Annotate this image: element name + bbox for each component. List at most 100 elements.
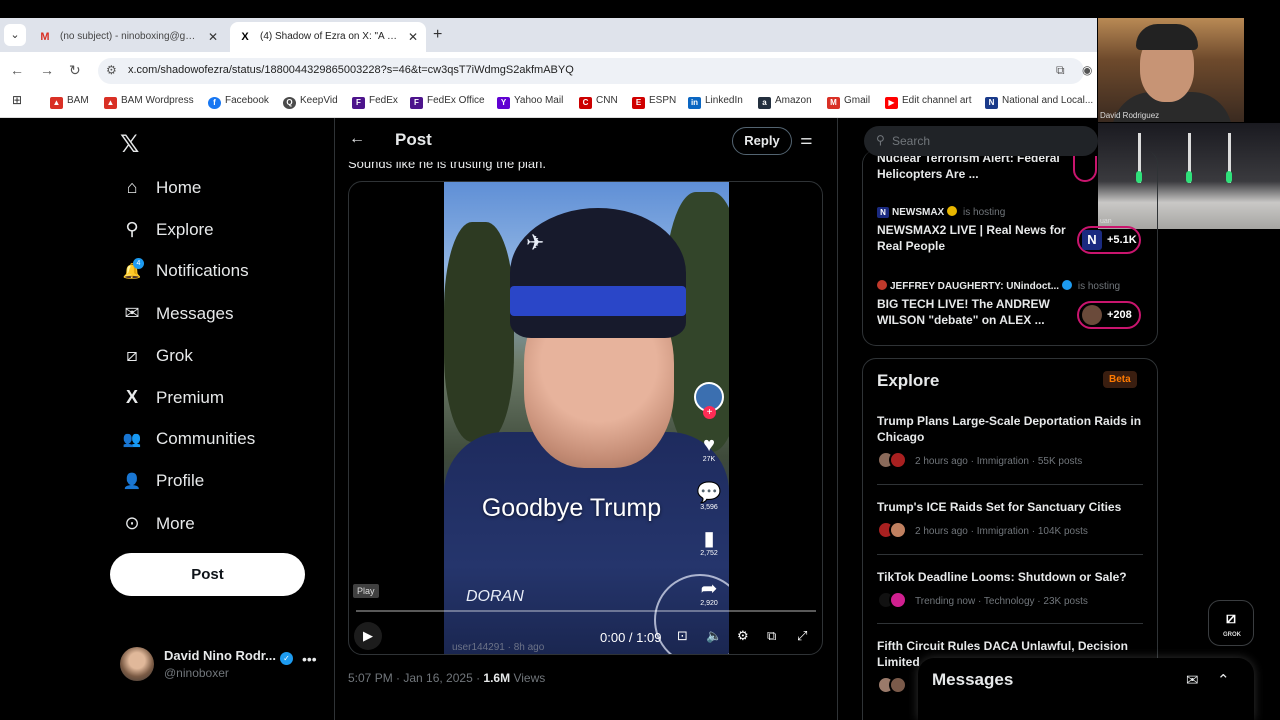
bookmark-icon: ▮ xyxy=(703,528,715,550)
apps-icon[interactable]: ⊞ xyxy=(12,93,22,107)
grok-button[interactable]: ⧄ GROK xyxy=(1208,600,1254,646)
pip-icon[interactable]: ⧉ xyxy=(767,628,776,644)
tree xyxy=(444,222,514,442)
live-item[interactable]: JEFFREY DAUGHERTY: UNindoct... is hostin… xyxy=(877,280,1120,328)
expand-icon[interactable]: ⌃ xyxy=(1217,671,1230,689)
x-icon: X xyxy=(241,31,249,43)
fedex-icon: F xyxy=(410,97,423,109)
explore-item-meta: 2 hours ago · Immigration · 104K posts xyxy=(915,526,1088,537)
beanie-band xyxy=(510,286,686,316)
bookmark-fedex[interactable]: F FedEx xyxy=(352,95,398,109)
comment-icon: 💬 xyxy=(696,482,722,504)
avatar xyxy=(120,647,154,681)
explore-item[interactable]: Trump Plans Large-Scale Deportation Raid… xyxy=(877,413,1145,469)
live-host: NEWSMAX xyxy=(892,207,945,218)
bookmark-espn[interactable]: E ESPN xyxy=(632,95,676,109)
bookmark-bam-wordpress[interactable]: ▲ BAM Wordpress xyxy=(104,95,194,109)
fullscreen-icon[interactable]: ⤢ xyxy=(797,628,807,644)
nav-explore[interactable]: ⚲ Explore xyxy=(120,219,213,249)
video-frame: ✈ Goodbye Trump DORAN + ♥ 27K 💬 3,596 ▮ 2,7… xyxy=(444,182,729,654)
bookmark-gmail[interactable]: M Gmail xyxy=(827,95,870,109)
page-edge xyxy=(1270,230,1280,720)
nav-messages[interactable]: ✉ Messages xyxy=(120,303,233,333)
bookmark-facebook[interactable]: f Facebook xyxy=(208,95,269,109)
heart-icon: ♥ xyxy=(703,434,715,456)
live-item[interactable]: N NEWSMAX is hosting NEWSMAX2 LIVE | Real… xyxy=(877,206,1077,254)
volume-icon[interactable]: 🔈 xyxy=(706,628,722,644)
live-host-status: is hosting xyxy=(1075,281,1121,292)
views-count: 1.6M xyxy=(483,671,511,685)
search-icon: ⚲ xyxy=(876,133,885,147)
nav-more[interactable]: ⊙ More xyxy=(120,513,194,543)
url-text: x.com/shadowofezra/status/18800443298650… xyxy=(128,64,574,76)
back-arrow-icon[interactable]: ← xyxy=(349,130,365,148)
close-icon[interactable]: ✕ xyxy=(208,22,218,52)
site-info-icon[interactable]: ⚙ xyxy=(106,63,117,77)
bookmark-fedex-office[interactable]: F FedEx Office xyxy=(410,95,485,109)
yahoo-icon: Y xyxy=(497,97,510,109)
reload-icon[interactable]: ↻ xyxy=(69,62,81,79)
bookmark-amazon[interactable]: a Amazon xyxy=(758,95,812,109)
play-button[interactable]: ▶ xyxy=(354,622,382,650)
bookmark-national-local[interactable]: N National and Local... xyxy=(985,95,1093,109)
search-input[interactable]: ⚲ Search xyxy=(864,126,1098,156)
bookmark-cnn[interactable]: C CNN xyxy=(579,95,618,109)
captions-icon[interactable]: ⊡ xyxy=(677,628,688,644)
verified-icon: ✓ xyxy=(279,652,293,665)
tab-search-button[interactable]: ⌄ xyxy=(4,24,26,46)
nav-profile[interactable]: 👤 Profile xyxy=(120,471,205,501)
os-top-bar xyxy=(0,0,1280,18)
nav-home[interactable]: ⌂ Home xyxy=(120,177,202,207)
nav-premium[interactable]: X Premium xyxy=(120,387,224,417)
envelope-icon: ✉ xyxy=(124,303,140,323)
post-timestamp[interactable]: 5:07 PM · Jan 16, 2025 · xyxy=(348,671,483,685)
linkedin-icon: in xyxy=(688,97,701,109)
nav-communities[interactable]: 👥 Communities xyxy=(120,429,256,459)
gmail-icon: M xyxy=(827,97,840,109)
bookmark-edit-channel-art[interactable]: ▶ Edit channel art xyxy=(885,95,972,109)
divider xyxy=(877,484,1143,485)
messages-drawer[interactable]: Messages ✉ ⌃ xyxy=(918,658,1254,720)
bookmark-keepvid[interactable]: Q KeepVid xyxy=(283,95,338,109)
bookmark-bam[interactable]: ▲ BAM xyxy=(50,95,89,109)
settings-sliders-icon[interactable]: ⚌ xyxy=(800,131,813,148)
new-tab-button[interactable]: + xyxy=(433,26,442,44)
divider xyxy=(877,554,1143,555)
live-pill[interactable]: N +5.1K xyxy=(1077,226,1141,254)
nav-grok[interactable]: ⧄ Grok xyxy=(120,345,193,375)
tab-gmail[interactable]: M (no subject) - ninoboxing@gmail.com ✕ xyxy=(30,22,226,52)
divider xyxy=(877,623,1143,624)
account-handle: @ninoboxer xyxy=(164,666,229,680)
explore-item[interactable]: Trump's ICE Raids Set for Sanctuary Citi… xyxy=(877,499,1145,539)
avatar-stack xyxy=(877,451,915,469)
back-icon[interactable]: ← xyxy=(10,62,24,78)
settings-icon[interactable]: ⚙ xyxy=(737,628,749,644)
tab-title: (4) Shadow of Ezra on X: "A Blue Collar … xyxy=(260,31,400,42)
explore-heading: Explore xyxy=(877,371,940,390)
avatar-stack xyxy=(877,676,915,694)
reply-button[interactable]: Reply xyxy=(732,127,792,155)
explore-item[interactable]: TikTok Deadline Looms: Shutdown or Sale?… xyxy=(877,569,1145,609)
url-input[interactable]: ⚙ x.com/shadowofezra/status/188004432986… xyxy=(98,58,1092,84)
webcam-side-panel xyxy=(1244,18,1280,122)
video-player[interactable]: ✈ Goodbye Trump DORAN + ♥ 27K 💬 3,596 ▮ 2,7… xyxy=(348,181,823,655)
tab-x-post[interactable]: X (4) Shadow of Ezra on X: "A Blue Colla… xyxy=(230,22,426,52)
eye-off-icon[interactable]: ◉ xyxy=(1082,63,1092,77)
fedex-icon: F xyxy=(352,97,365,109)
close-icon[interactable]: ✕ xyxy=(408,22,418,52)
gmail-icon: M xyxy=(40,31,50,43)
post-button[interactable]: Post xyxy=(110,553,305,596)
new-message-icon[interactable]: ✉ xyxy=(1186,671,1199,689)
x-logo-icon[interactable]: 𝕏 xyxy=(120,130,139,159)
avatar-stack xyxy=(877,521,915,539)
account-switcher[interactable]: David Nino Rodr... ✓ @ninoboxer ••• xyxy=(118,645,328,681)
bookmark-linkedin[interactable]: in LinkedIn xyxy=(688,95,743,109)
live-host: JEFFREY DAUGHERTY: UNindoct... xyxy=(890,281,1060,292)
tiktok-save: ▮ 2,752 xyxy=(693,528,725,557)
cast-icon[interactable]: ⧉ xyxy=(1056,63,1065,78)
bookmark-yahoo-mail[interactable]: Y Yahoo Mail xyxy=(497,95,563,109)
forward-icon[interactable]: → xyxy=(40,62,54,78)
more-dots-icon[interactable]: ••• xyxy=(302,651,317,667)
live-pill[interactable]: +208 xyxy=(1077,301,1141,329)
video-progress-bar[interactable] xyxy=(356,610,816,612)
